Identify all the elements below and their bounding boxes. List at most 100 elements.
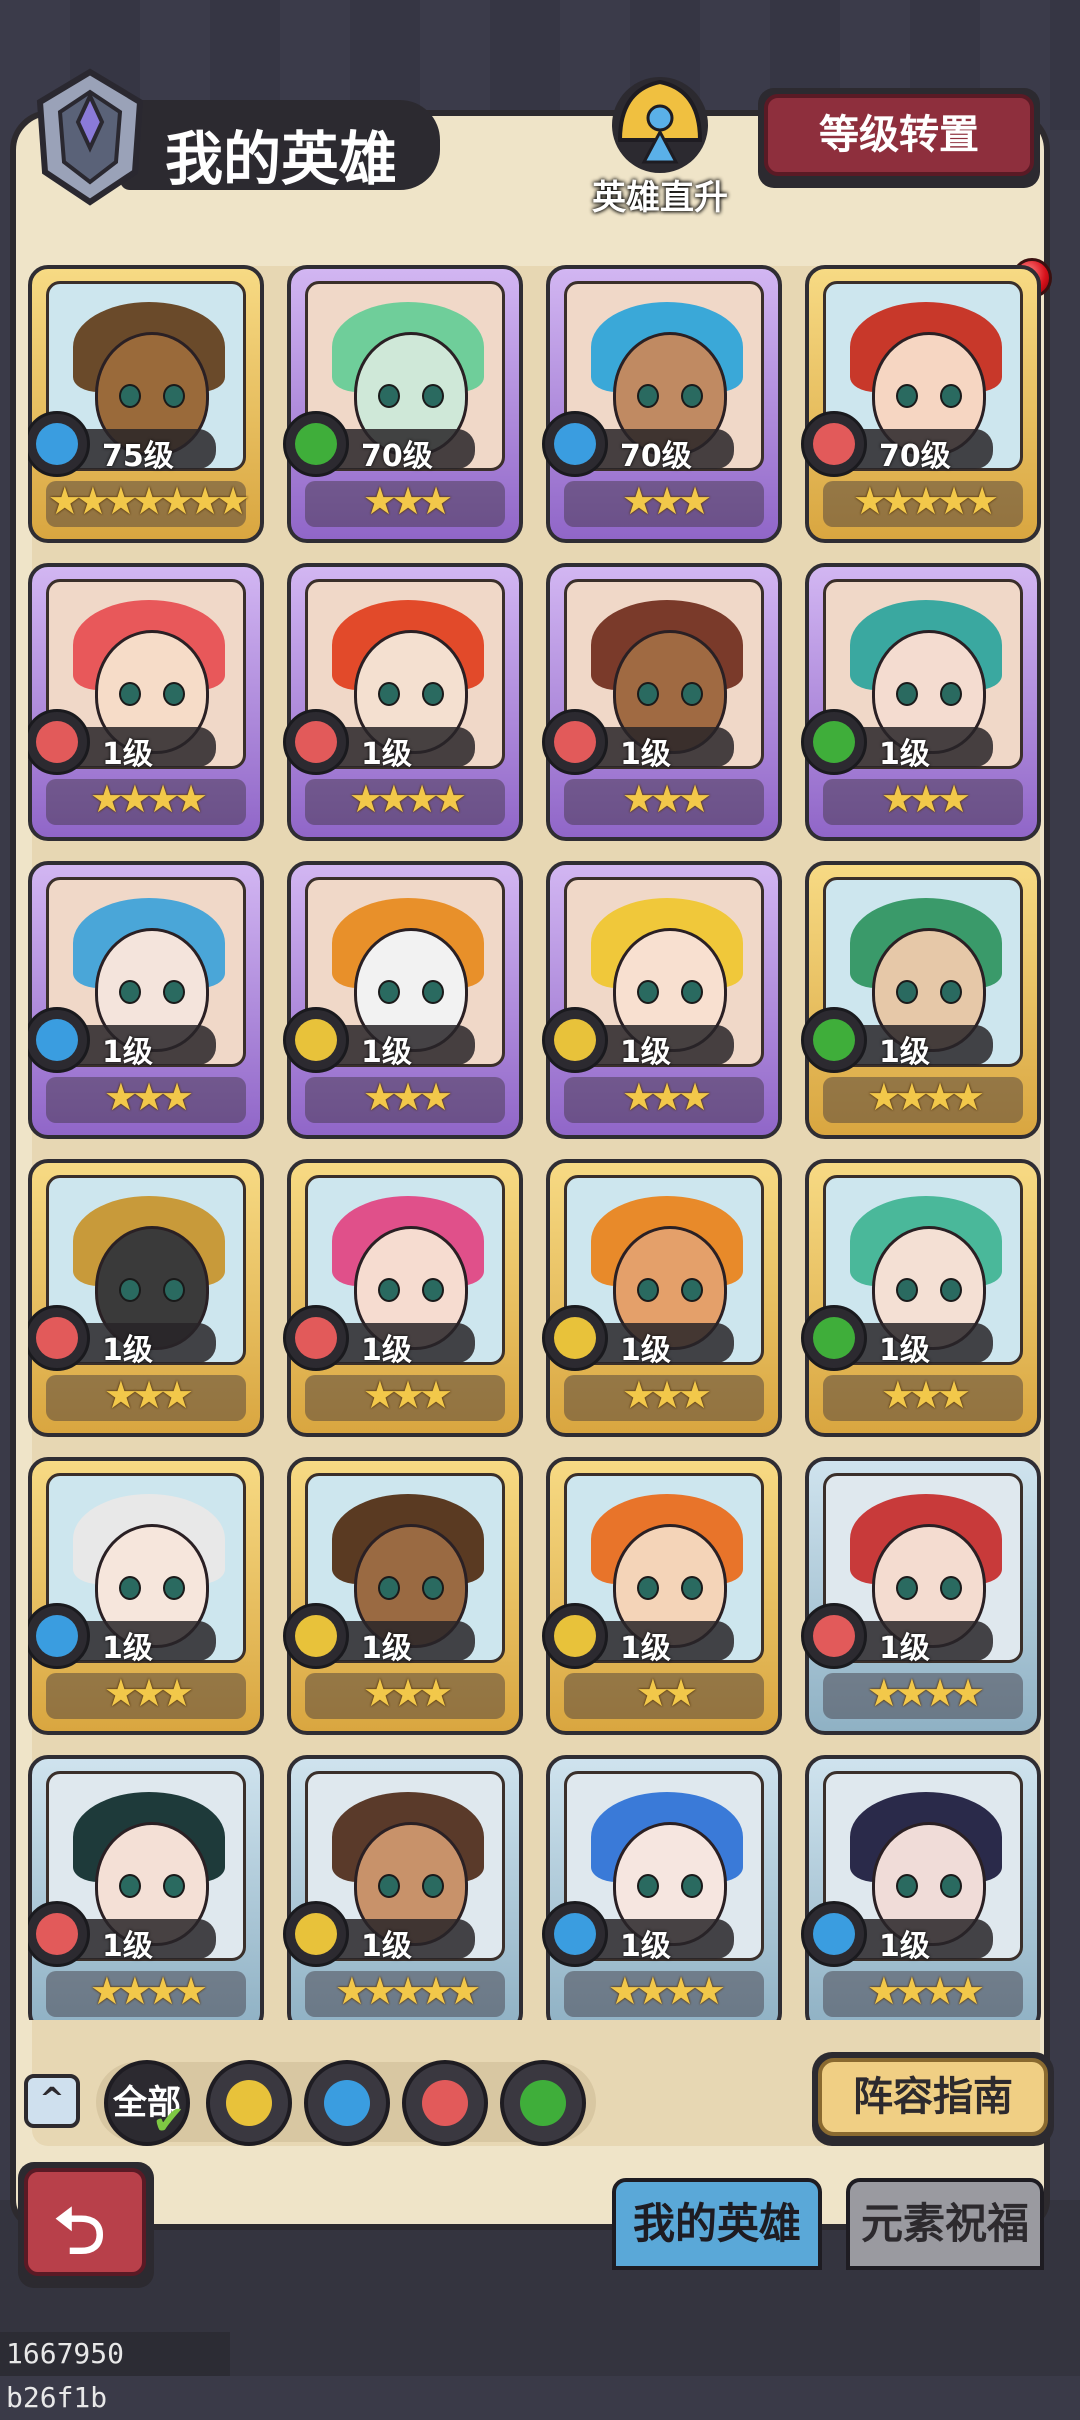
hero-eye xyxy=(163,682,185,706)
hero-card[interactable]: 70级 ★★★ xyxy=(542,265,782,543)
hero-card[interactable]: 1级 ★★ xyxy=(542,1457,782,1735)
filter-earth-button[interactable] xyxy=(206,2060,292,2146)
collapse-button[interactable]: ^ xyxy=(24,2074,80,2128)
hero-level: 1级 xyxy=(620,1035,671,1070)
hero-level: 1级 xyxy=(102,1333,153,1368)
hero-eye xyxy=(940,1874,962,1898)
element-orb xyxy=(554,423,596,465)
hero-eye xyxy=(119,682,141,706)
hero-eye xyxy=(637,682,659,706)
back-button[interactable]: ⮌ xyxy=(18,2162,154,2288)
hero-card[interactable]: 1级 ★★★ xyxy=(542,563,782,841)
hero-eye xyxy=(681,1576,703,1600)
earth-element-icon xyxy=(542,1305,608,1371)
earth-element-icon xyxy=(283,1603,349,1669)
element-orb xyxy=(813,1019,855,1061)
water-element-icon xyxy=(324,2080,370,2126)
hero-eye xyxy=(119,980,141,1004)
hero-level: 1级 xyxy=(879,1631,930,1666)
hero-stars: ★★★★ xyxy=(607,1969,726,2013)
hero-card[interactable]: 1级 ★★★ xyxy=(542,1159,782,1437)
hero-level: 75级 xyxy=(102,439,174,474)
hero-eye xyxy=(940,1576,962,1600)
filter-wind-button[interactable] xyxy=(500,2060,586,2146)
hero-card[interactable]: 1级 ★★★★ xyxy=(28,1755,264,2020)
hero-card[interactable]: 1级 ★★★★ xyxy=(801,1457,1041,1735)
lineup-guide-button[interactable]: 阵容指南 xyxy=(812,2052,1054,2146)
hero-card[interactable]: 1级 ★★★★ xyxy=(542,1755,782,2020)
hero-card[interactable]: 1级 ★★★ xyxy=(283,1457,523,1735)
hero-card[interactable]: 1级 ★★★ xyxy=(801,1159,1041,1437)
hero-eye xyxy=(896,980,918,1004)
hero-card[interactable]: 1级 ★★★ xyxy=(28,1457,264,1735)
element-orb xyxy=(554,1615,596,1657)
hero-eye xyxy=(681,1278,703,1302)
hero-eye xyxy=(163,384,185,408)
tab-element-blessing[interactable]: 元素祝福 xyxy=(846,2178,1044,2270)
element-orb xyxy=(36,1317,78,1359)
filter-water-button[interactable] xyxy=(304,2060,390,2146)
hero-card[interactable]: 75级 ★★★★★★★ xyxy=(28,265,264,543)
hero-eye xyxy=(119,1576,141,1600)
wind-element-icon xyxy=(801,1305,867,1371)
hero-card[interactable]: 1级 ★★★ xyxy=(283,1159,523,1437)
fire-element-icon xyxy=(422,2080,468,2126)
hero-eye xyxy=(637,980,659,1004)
hero-stars: ★★★★ xyxy=(866,1075,985,1119)
hero-boost-icon xyxy=(612,77,708,173)
hero-card[interactable]: 1级 ★★★ xyxy=(28,861,264,1139)
hero-stars: ★★★ xyxy=(362,1075,453,1119)
hero-stars: ★★★ xyxy=(103,1671,194,1715)
hero-stars: ★★★★★★★ xyxy=(47,479,250,523)
tab-my-heroes[interactable]: 我的英雄 xyxy=(612,2178,822,2270)
hero-eye xyxy=(422,1278,444,1302)
hero-card[interactable]: 1级 ★★★★ xyxy=(801,861,1041,1139)
hero-card[interactable]: 1级 ★★★ xyxy=(28,1159,264,1437)
hero-card[interactable]: 1级 ★★★★ xyxy=(28,563,264,841)
hero-stars: ★★★★ xyxy=(866,1671,985,1715)
element-orb xyxy=(554,1019,596,1061)
filter-fire-button[interactable] xyxy=(402,2060,488,2146)
hero-card[interactable]: 1级 ★★★ xyxy=(542,861,782,1139)
wind-element-icon xyxy=(801,709,867,775)
hero-card[interactable]: 1级 ★★★★★ xyxy=(283,1755,523,2020)
hero-eye xyxy=(896,1576,918,1600)
element-orb xyxy=(813,1913,855,1955)
hero-eye xyxy=(896,682,918,706)
hero-stars: ★★★★ xyxy=(348,777,467,821)
element-orb xyxy=(36,1615,78,1657)
element-orb xyxy=(295,1913,337,1955)
hero-card[interactable]: 1级 ★★★★ xyxy=(801,1755,1041,2020)
element-orb xyxy=(36,1913,78,1955)
wind-element-icon xyxy=(520,2080,566,2126)
hero-card[interactable]: 70级 ★★★★★ xyxy=(801,265,1041,543)
hero-card[interactable]: 1级 ★★★★ xyxy=(283,563,523,841)
hero-eye xyxy=(896,1278,918,1302)
hero-eye xyxy=(378,1278,400,1302)
earth-element-icon xyxy=(283,1007,349,1073)
hero-eye xyxy=(119,1874,141,1898)
hero-eye xyxy=(378,682,400,706)
hero-level: 1级 xyxy=(361,737,412,772)
hero-level: 1级 xyxy=(879,1333,930,1368)
hero-eye xyxy=(422,1874,444,1898)
hero-card[interactable]: 1级 ★★★ xyxy=(801,563,1041,841)
wind-element-icon xyxy=(283,411,349,477)
hero-stars: ★★★★ xyxy=(89,1969,208,2013)
hero-eye xyxy=(163,1278,185,1302)
element-orb xyxy=(295,721,337,763)
hero-stars: ★★★★ xyxy=(89,777,208,821)
hero-boost-button[interactable]: 英雄直升 xyxy=(580,70,740,220)
level-transfer-button[interactable]: 等级转置 xyxy=(758,88,1040,188)
hero-stars: ★★★ xyxy=(880,1373,971,1417)
earth-element-icon xyxy=(283,1901,349,1967)
element-orb xyxy=(813,721,855,763)
hero-eye xyxy=(637,384,659,408)
hero-card[interactable]: 70级 ★★★ xyxy=(283,265,523,543)
hero-stars: ★★ xyxy=(635,1671,698,1715)
element-orb xyxy=(295,423,337,465)
element-orb xyxy=(813,423,855,465)
fire-element-icon xyxy=(283,1305,349,1371)
element-orb xyxy=(554,721,596,763)
hero-card[interactable]: 1级 ★★★ xyxy=(283,861,523,1139)
